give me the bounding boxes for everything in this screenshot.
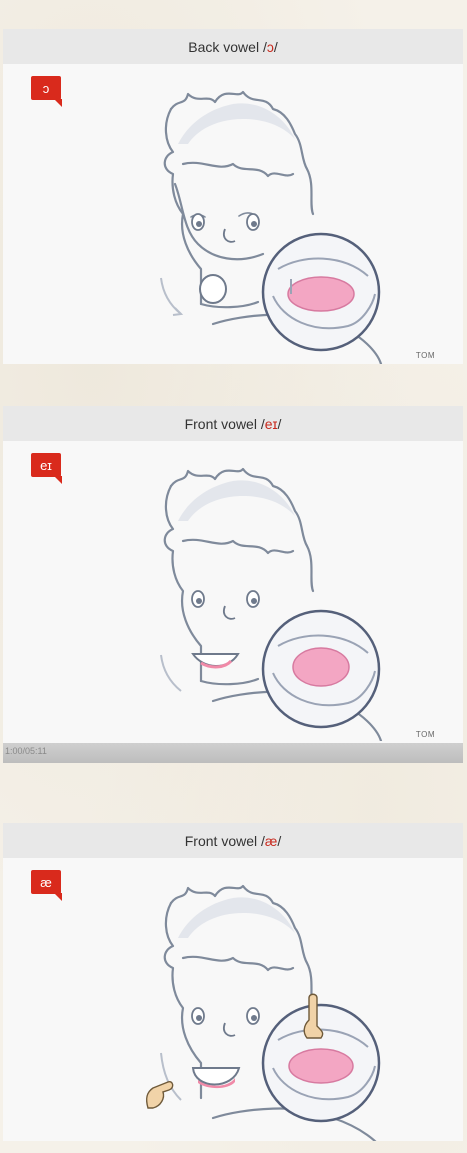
vowel-card-back-o: Back vowel / ɔ / ɔ TOM: [3, 29, 463, 364]
card-title: Back vowel / ɔ /: [3, 29, 463, 64]
tom-label: TOM: [415, 730, 435, 739]
timestamp-text: 1:00/05:11: [5, 746, 47, 756]
title-symbol: eɪ: [264, 415, 278, 432]
card-title: Front vowel / eɪ /: [3, 406, 463, 441]
face-illustration: [160, 90, 383, 364]
title-prefix: Back vowel: [188, 38, 260, 55]
vowel-card-front-ei: Front vowel / eɪ / eɪ TOM: [3, 406, 463, 743]
title-prefix: Front vowel: [184, 415, 257, 432]
vowel-card-front-ae: Front vowel / æ / æ: [3, 823, 463, 1141]
tom-label: TOM: [415, 351, 435, 360]
face-illustration: [160, 467, 383, 741]
title-symbol: ɔ: [266, 38, 274, 55]
face-illustration: [145, 884, 381, 1141]
card-title: Front vowel / æ /: [3, 823, 463, 858]
title-prefix: Front vowel: [184, 832, 258, 849]
video-timestamp-bar: 1:00/05:11: [3, 743, 463, 763]
pointing-hand-icon: [145, 1080, 174, 1109]
title-symbol: æ: [264, 832, 278, 849]
